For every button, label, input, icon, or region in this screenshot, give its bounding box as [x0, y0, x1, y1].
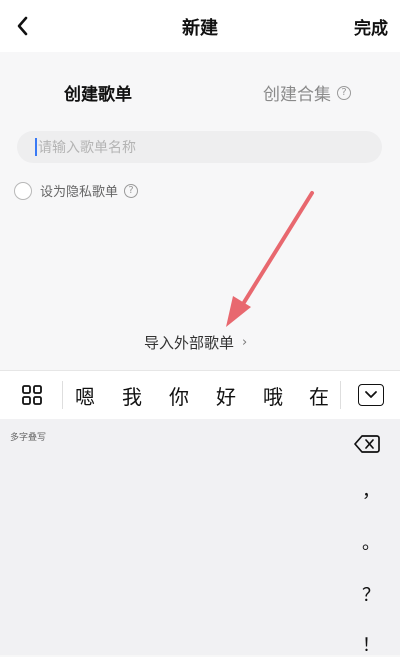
tab-create-playlist[interactable]: 创建歌单 [64, 80, 132, 105]
tab-create-collection-label: 创建合集 [263, 85, 331, 105]
help-icon[interactable]: ? [337, 85, 351, 100]
top-navigation-bar: 新建 完成 [0, 0, 400, 52]
grid-icon [22, 385, 42, 405]
punctuation-key-comma[interactable]: ， [362, 477, 380, 503]
punctuation-key-period[interactable]: 。 [362, 529, 380, 555]
back-arrow-icon [17, 16, 28, 36]
private-playlist-option[interactable]: 设为隐私歌单 ? [14, 181, 139, 200]
candidate-word[interactable]: 你 [169, 381, 189, 410]
backspace-icon [354, 435, 380, 453]
ime-candidate-bar: 嗯 我 你 好 哦 在 [0, 370, 400, 420]
punctuation-key-exclamation[interactable]: ！ [362, 631, 380, 657]
help-icon[interactable]: ? [124, 183, 139, 198]
candidate-word[interactable]: 嗯 [75, 381, 95, 410]
collapse-keyboard-icon [365, 391, 377, 398]
done-button[interactable]: 完成 [354, 14, 388, 39]
playlist-name-input[interactable]: 请输入歌单名称 [17, 131, 382, 163]
candidate-divider [340, 381, 341, 409]
candidate-divider [62, 381, 63, 409]
collapse-keyboard-button[interactable] [358, 384, 384, 406]
handwriting-mode-label: 多字叠写 [10, 433, 47, 443]
import-external-playlist-link[interactable]: 导入外部歌单 › [144, 332, 247, 353]
chevron-right-icon: › [242, 335, 248, 350]
create-form-area: 创建歌单 创建合集 ? 请输入歌单名称 设为隐私歌单 ? 导入外部歌单 › [0, 52, 400, 370]
ime-menu-button[interactable] [20, 383, 44, 407]
handwriting-keyboard-area[interactable]: 多字叠写 ， 。 ？ ！ [0, 419, 400, 657]
page-title: 新建 [182, 18, 218, 39]
playlist-name-placeholder: 请输入歌单名称 [38, 140, 136, 156]
candidate-word[interactable]: 哦 [263, 381, 283, 410]
import-external-playlist-label: 导入外部歌单 [144, 334, 235, 352]
private-playlist-checkbox[interactable] [14, 181, 32, 200]
punctuation-key-question[interactable]: ？ [362, 581, 380, 607]
candidate-word[interactable]: 我 [122, 381, 142, 410]
back-button[interactable] [8, 12, 36, 40]
candidate-word[interactable]: 好 [216, 381, 236, 410]
private-playlist-label: 设为隐私歌单 [40, 185, 119, 200]
backspace-button[interactable] [354, 434, 380, 454]
tab-create-collection[interactable]: 创建合集 ? [263, 80, 351, 105]
text-caret [35, 138, 37, 156]
candidate-word[interactable]: 在 [309, 381, 329, 410]
